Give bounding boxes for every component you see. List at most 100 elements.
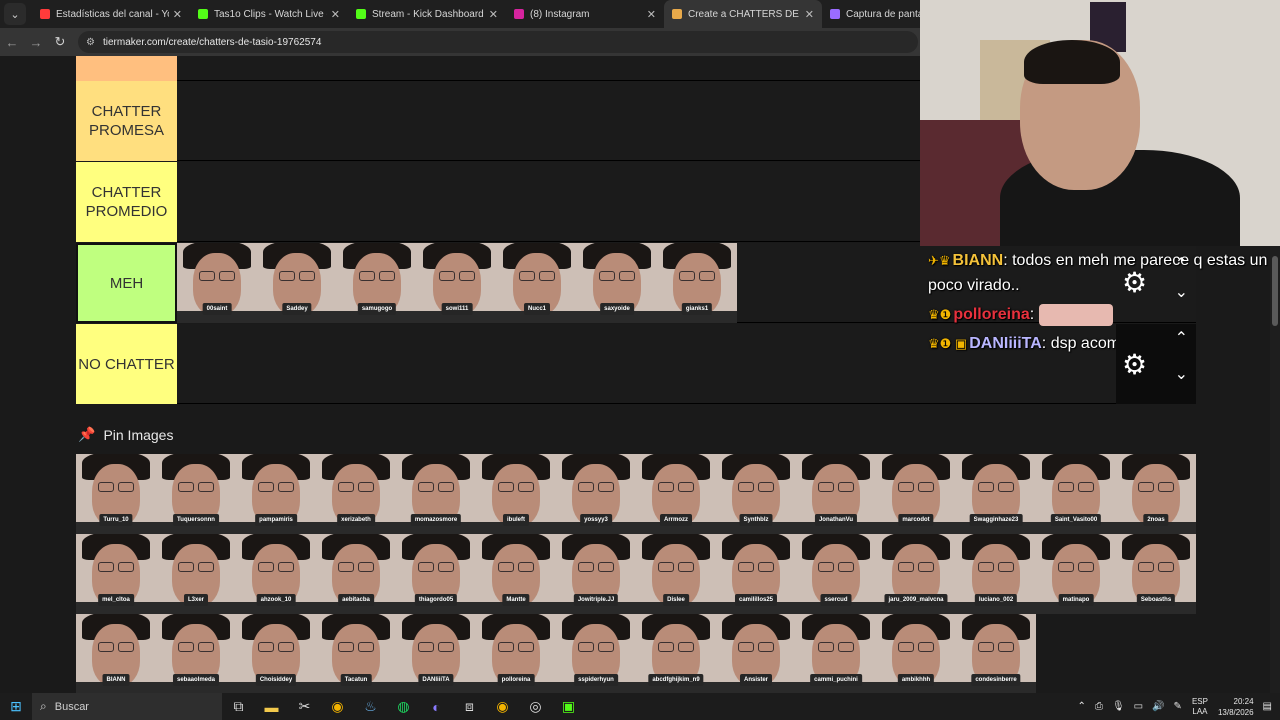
tier-label[interactable]: CHATTER PROMEDIO [76, 162, 177, 242]
chatter-image[interactable]: Jowitriple.JJ [556, 534, 636, 614]
browser-tab[interactable]: (8) Instagram ✕ [506, 0, 664, 28]
chatter-image[interactable]: thiagordo05 [396, 534, 476, 614]
chatter-image[interactable]: samugogo [337, 243, 417, 323]
chatter-image[interactable]: abcdfghijkim_n9 [636, 614, 716, 693]
capcut-icon[interactable]: ✂ [288, 698, 321, 715]
chatter-image[interactable]: Choisiddey [236, 614, 316, 693]
chatter-image[interactable]: ambikhhh [876, 614, 956, 693]
chatter-image[interactable]: 2noas [1116, 454, 1196, 534]
tier-label[interactable]: NO CHATTER [76, 324, 177, 404]
windows-start-icon[interactable]: ⊞ [0, 698, 32, 715]
chatter-image[interactable]: Synthblz [716, 454, 796, 534]
chatter-image[interactable]: matinapo [1036, 534, 1116, 614]
chatter-image[interactable]: Seboasths [1116, 534, 1196, 614]
chatter-image[interactable]: aebitacba [316, 534, 396, 614]
chatter-image[interactable]: ssercud [796, 534, 876, 614]
chatter-image[interactable]: polloreina [476, 614, 556, 693]
chatter-image[interactable]: Saint_Vasito00 [1036, 454, 1116, 534]
chatter-image[interactable]: Tacatun [316, 614, 396, 693]
display-icon[interactable]: ▭ [1134, 701, 1143, 712]
chatter-image[interactable]: xerizabeth [316, 454, 396, 534]
chatter-image[interactable]: DANIiiiTA [396, 614, 476, 693]
taskbar-search[interactable]: ⌕ Buscar [32, 693, 222, 720]
chatter-image[interactable]: sebaaolmeda [156, 614, 236, 693]
volume-icon[interactable]: 🔊 [1152, 701, 1164, 712]
chatter-image[interactable]: gianks1 [657, 243, 737, 323]
chatter-image[interactable]: sowi111 [417, 243, 497, 323]
chatter-image[interactable]: ibuleft [476, 454, 556, 534]
tier-label[interactable]: CHATTER PROMESA [76, 81, 177, 161]
chatter-image[interactable]: jaru_2009_malvcna [876, 534, 956, 614]
chatter-image[interactable]: Arrmozz [636, 454, 716, 534]
browser-tab[interactable]: Stream - Kick Dashboard ✕ [348, 0, 506, 28]
chatter-image[interactable]: Turru_10 [76, 454, 156, 534]
chatter-image[interactable]: JonathanVu [796, 454, 876, 534]
tab-search-button[interactable]: ⌄ [4, 3, 26, 25]
scrollbar-thumb[interactable] [1272, 256, 1278, 326]
network-icon[interactable]: ⎙ [1095, 701, 1103, 712]
back-button[interactable]: ← [0, 35, 24, 50]
chatter-image[interactable]: Swagginhaze23 [956, 454, 1036, 534]
tab-close-icon[interactable]: ✕ [331, 8, 340, 21]
file-explorer-icon[interactable]: ▬ [255, 699, 288, 715]
chatter-image[interactable]: Ansister [716, 614, 796, 693]
browser-tab[interactable]: Estadísticas del canal - YouTube ✕ [32, 0, 190, 28]
chatter-image[interactable]: Dislee [636, 534, 716, 614]
chatter-image[interactable]: luciano_002 [956, 534, 1036, 614]
pen-icon[interactable]: ✎ [1174, 701, 1182, 712]
chatter-image[interactable]: momazosmore [396, 454, 476, 534]
chatter-image[interactable]: Mantte [476, 534, 556, 614]
chatter-image[interactable]: Tuquersonnn [156, 454, 236, 534]
tray-overflow-icon[interactable]: ⌃ [1078, 701, 1086, 712]
steam-icon[interactable]: ♨ [354, 698, 387, 715]
tab-close-icon[interactable]: ✕ [805, 8, 814, 21]
tier-label[interactable]: MEH [76, 243, 177, 323]
chevron-up-icon[interactable]: ⌃ [1175, 328, 1188, 348]
settings-gear-icon[interactable]: ⚙ [1122, 348, 1147, 381]
site-info-icon[interactable]: ⚙ [86, 37, 95, 48]
chatter-image[interactable]: camilillos25 [716, 534, 796, 614]
obs-icon[interactable]: ◎ [519, 698, 552, 715]
capcut-editor-icon[interactable]: ⧈ [453, 698, 486, 715]
discord-icon[interactable]: ◐ [420, 699, 453, 715]
spotify-icon[interactable]: ◍ [387, 698, 420, 715]
browser-tab[interactable]: Tas1o Clips - Watch Live on Kick ✕ [190, 0, 348, 28]
tab-close-icon[interactable]: ✕ [489, 8, 498, 21]
mic-icon[interactable]: 🎙 [1112, 701, 1125, 712]
chevron-down-icon[interactable]: ⌄ [1175, 282, 1188, 302]
chevron-down-icon[interactable]: ⌄ [1175, 364, 1188, 384]
chatter-image[interactable]: saxyoide [577, 243, 657, 323]
chatter-image[interactable]: L3xer [156, 534, 236, 614]
language-indicator[interactable]: ESP LAA [1192, 697, 1208, 717]
chatter-image[interactable]: sspiderhyun [556, 614, 636, 693]
tab-close-icon[interactable]: ✕ [173, 8, 182, 21]
settings-gear-icon[interactable]: ⚙ [1122, 266, 1147, 299]
browser-tab[interactable]: Create a CHATTERS DE TASIO T ✕ [664, 0, 822, 28]
chatter-image[interactable]: Saddey [257, 243, 337, 323]
chevron-up-icon[interactable]: ⌃ [1175, 254, 1188, 274]
chatter-image[interactable]: BIANN [76, 614, 156, 693]
chatter-image[interactable]: cammi_puchini [796, 614, 876, 693]
forward-button[interactable]: → [24, 35, 48, 50]
chatter-image[interactable]: 00saint [177, 243, 257, 323]
face-gl2 [518, 562, 534, 572]
chrome-icon[interactable]: ◉ [321, 698, 354, 715]
chatter-image[interactable]: yossyy3 [556, 454, 636, 534]
task-view-icon[interactable]: ⧉ [222, 698, 255, 715]
chrome-active-icon[interactable]: ◉ [486, 698, 519, 715]
chatter-image[interactable]: ahzook_10 [236, 534, 316, 614]
taskbar-clock[interactable]: 20:24 13/8/2026 [1218, 696, 1254, 718]
chatter-image[interactable]: Nucc1 [497, 243, 577, 323]
tab-close-icon[interactable]: ✕ [647, 8, 656, 21]
tier-label[interactable] [76, 56, 177, 81]
notification-icon[interactable]: ▤ [1263, 701, 1272, 712]
pin-images-header[interactable]: 📌 Pin Images [78, 426, 173, 443]
chatter-image[interactable]: pampamiris [236, 454, 316, 534]
tier-items[interactable]: 00saint Saddey samugogo sowi111 Nucc1 saxyoid… [177, 243, 737, 323]
chatter-image[interactable]: marcodot [876, 454, 956, 534]
kick-icon[interactable]: ▣ [552, 698, 585, 715]
reload-button[interactable]: ↻ [48, 34, 72, 50]
chatter-image[interactable]: mel_cltoa [76, 534, 156, 614]
chatter-image[interactable]: condesinberre [956, 614, 1036, 693]
address-bar[interactable]: ⚙ tiermaker.com/create/chatters-de-tasio… [78, 31, 918, 53]
